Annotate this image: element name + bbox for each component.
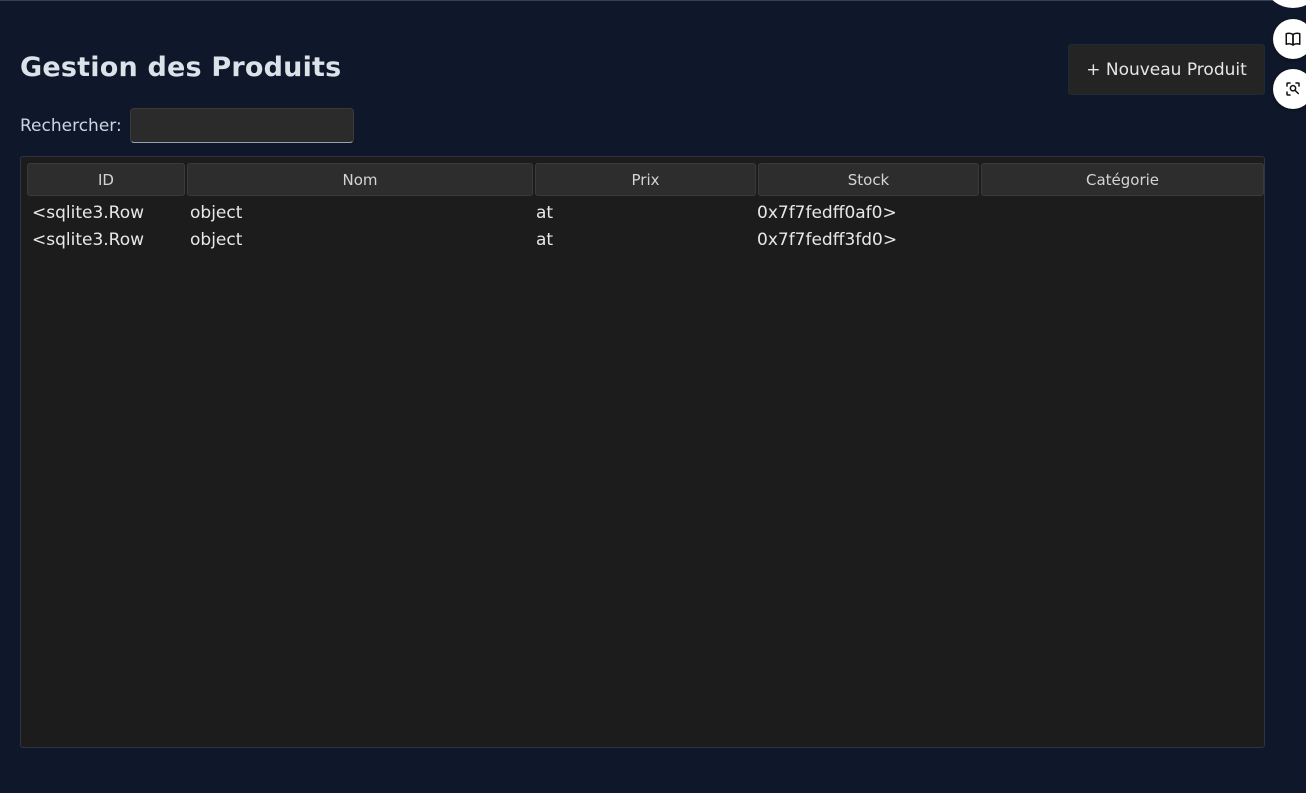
table-header: ID Nom Prix Stock Catégorie [27, 163, 1266, 196]
image-search-icon[interactable] [1273, 69, 1306, 109]
page: Gestion des Produits + Nouveau Produit R… [0, 0, 1306, 793]
cell-id: <sqlite3.Row [32, 229, 145, 250]
table-row[interactable]: <sqlite3.Row object at 0x7f7fedff3fd0> [27, 226, 1256, 253]
column-header-id[interactable]: ID [27, 163, 185, 196]
column-header-prix[interactable]: Prix [535, 163, 756, 196]
top-border [0, 0, 1306, 1]
cell-nom: object [190, 229, 243, 250]
table-row[interactable]: <sqlite3.Row object at 0x7f7fedff0af0> [27, 199, 1256, 226]
cell-nom: object [190, 202, 243, 223]
search-row: Rechercher: [20, 108, 354, 143]
new-product-button[interactable]: + Nouveau Produit [1068, 44, 1265, 95]
column-header-stock[interactable]: Stock [758, 163, 979, 196]
book-icon[interactable] [1273, 19, 1306, 59]
cell-prix: at [536, 202, 554, 223]
cell-prix: at [536, 229, 554, 250]
page-title: Gestion des Produits [20, 52, 342, 83]
side-toolbar-button-partial[interactable] [1268, 0, 1306, 8]
table-body: <sqlite3.Row object at 0x7f7fedff0af0> <… [27, 199, 1256, 253]
cell-stock: 0x7f7fedff0af0> [757, 202, 897, 223]
search-label: Rechercher: [20, 115, 122, 136]
cell-id: <sqlite3.Row [32, 202, 145, 223]
column-header-categorie[interactable]: Catégorie [981, 163, 1264, 196]
products-table: ID Nom Prix Stock Catégorie <sqlite3.Row… [20, 156, 1265, 748]
search-input[interactable] [129, 108, 354, 143]
column-header-nom[interactable]: Nom [187, 163, 533, 196]
cell-stock: 0x7f7fedff3fd0> [757, 229, 898, 250]
